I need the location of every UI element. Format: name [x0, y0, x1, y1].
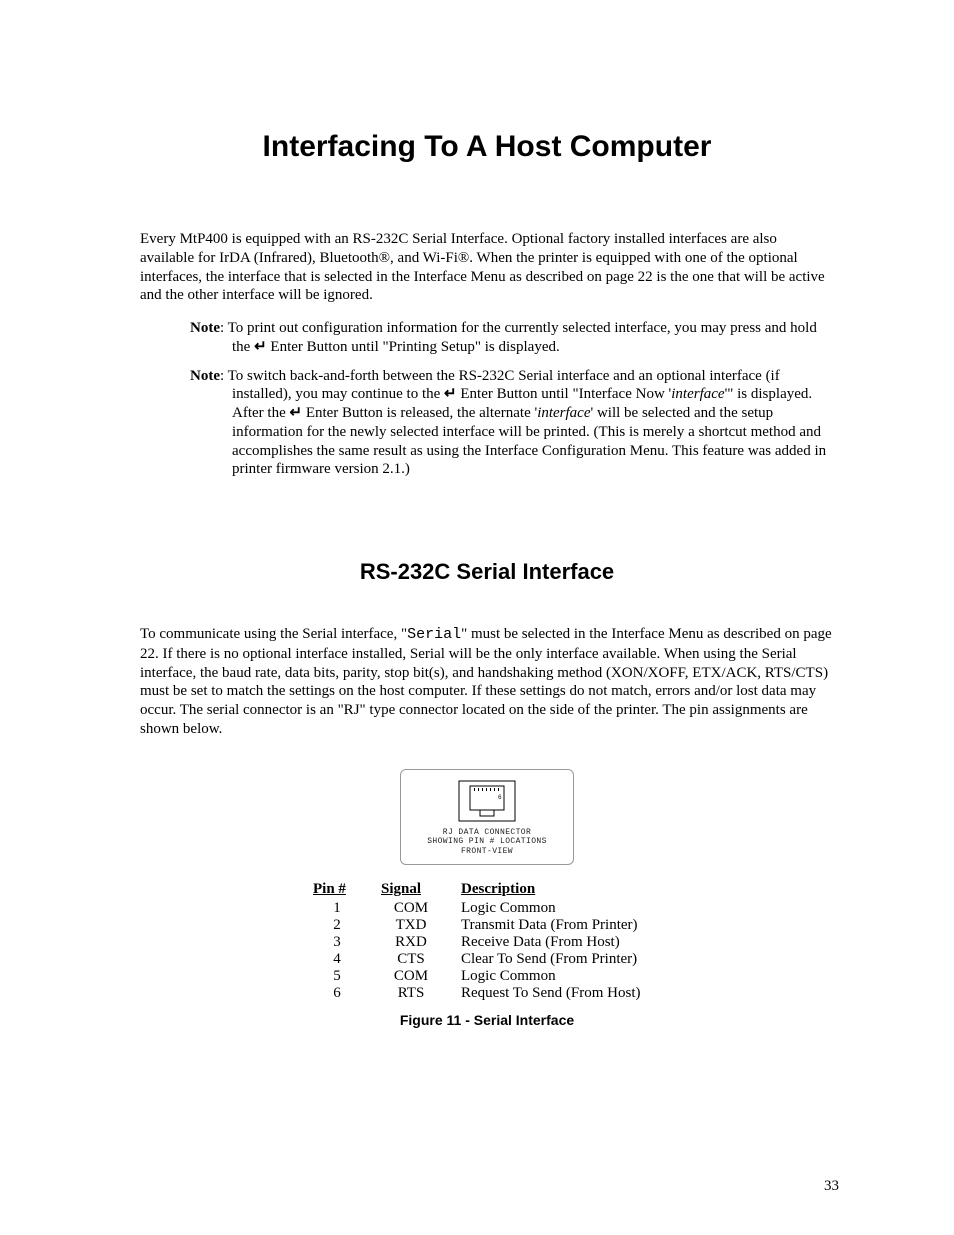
section-heading: RS-232C Serial Interface — [140, 559, 834, 585]
figure-caption: Figure 11 - Serial Interface — [140, 1012, 834, 1028]
note-text: Enter Button is released, the alternate … — [302, 405, 537, 421]
table-row: 2TXDTransmit Data (From Printer) — [303, 917, 671, 934]
connector-label-1: RJ DATA CONNECTOR — [409, 828, 565, 838]
cell-signal: TXD — [371, 917, 451, 934]
cell-signal: COM — [371, 968, 451, 985]
cell-pin: 4 — [303, 951, 371, 968]
cell-pin: 6 — [303, 985, 371, 1002]
cell-pin: 2 — [303, 917, 371, 934]
document-page: Interfacing To A Host Computer Every MtP… — [0, 0, 954, 1235]
table-header-row: Pin # Signal Description — [303, 881, 671, 900]
cell-description: Logic Common — [451, 900, 671, 917]
cell-description: Request To Send (From Host) — [451, 985, 671, 1002]
table-row: 1COMLogic Common — [303, 900, 671, 917]
note-italic: interface — [671, 386, 724, 402]
table-row: 3RXDReceive Data (From Host) — [303, 934, 671, 951]
cell-pin: 1 — [303, 900, 371, 917]
enter-icon: ↵ — [289, 404, 302, 421]
header-pin: Pin # — [303, 881, 371, 900]
pin-table: Pin # Signal Description 1COMLogic Commo… — [303, 881, 671, 1002]
cell-description: Clear To Send (From Printer) — [451, 951, 671, 968]
rj-connector-icon: 6 — [458, 780, 516, 822]
page-title: Interfacing To A Host Computer — [140, 130, 834, 164]
table-row: 5COMLogic Common — [303, 968, 671, 985]
table-row: 4CTSClear To Send (From Printer) — [303, 951, 671, 968]
connector-label-2: SHOWING PIN # LOCATIONS — [409, 837, 565, 847]
table-row: 6RTSRequest To Send (From Host) — [303, 985, 671, 1002]
connector-figure: 6 RJ DATA CONNECTOR SHOWING PIN # LOCATI… — [400, 769, 574, 866]
serial-text: " must be selected in the Interface Menu… — [140, 626, 832, 737]
note-label: Note — [190, 320, 220, 336]
cell-pin: 5 — [303, 968, 371, 985]
note-text: Enter Button until "Interface Now ' — [457, 386, 672, 402]
enter-icon: ↵ — [444, 385, 457, 402]
serial-mono: Serial — [407, 626, 461, 643]
note-2: Note: To switch back-and-forth between t… — [170, 367, 834, 480]
cell-signal: CTS — [371, 951, 451, 968]
header-description: Description — [451, 881, 671, 900]
cell-description: Transmit Data (From Printer) — [451, 917, 671, 934]
intro-paragraph: Every MtP400 is equipped with an RS-232C… — [140, 230, 834, 305]
note-label: Note — [190, 368, 220, 384]
cell-description: Receive Data (From Host) — [451, 934, 671, 951]
cell-signal: COM — [371, 900, 451, 917]
note-text: Enter Button until "Printing Setup" is d… — [267, 339, 560, 355]
cell-description: Logic Common — [451, 968, 671, 985]
cell-pin: 3 — [303, 934, 371, 951]
serial-paragraph: To communicate using the Serial interfac… — [140, 625, 834, 739]
svg-text:6: 6 — [498, 794, 502, 801]
header-signal: Signal — [371, 881, 451, 900]
connector-label-3: FRONT-VIEW — [409, 847, 565, 857]
note-italic: interface — [537, 405, 590, 421]
page-number: 33 — [824, 1178, 839, 1195]
cell-signal: RXD — [371, 934, 451, 951]
serial-text: To communicate using the Serial interfac… — [140, 626, 407, 642]
connector-diagram: 6 RJ DATA CONNECTOR SHOWING PIN # LOCATI… — [400, 769, 574, 866]
cell-signal: RTS — [371, 985, 451, 1002]
note-1: Note: To print out configuration informa… — [170, 319, 834, 357]
enter-icon: ↵ — [254, 338, 267, 355]
pin-table-body: 1COMLogic Common2TXDTransmit Data (From … — [303, 900, 671, 1002]
